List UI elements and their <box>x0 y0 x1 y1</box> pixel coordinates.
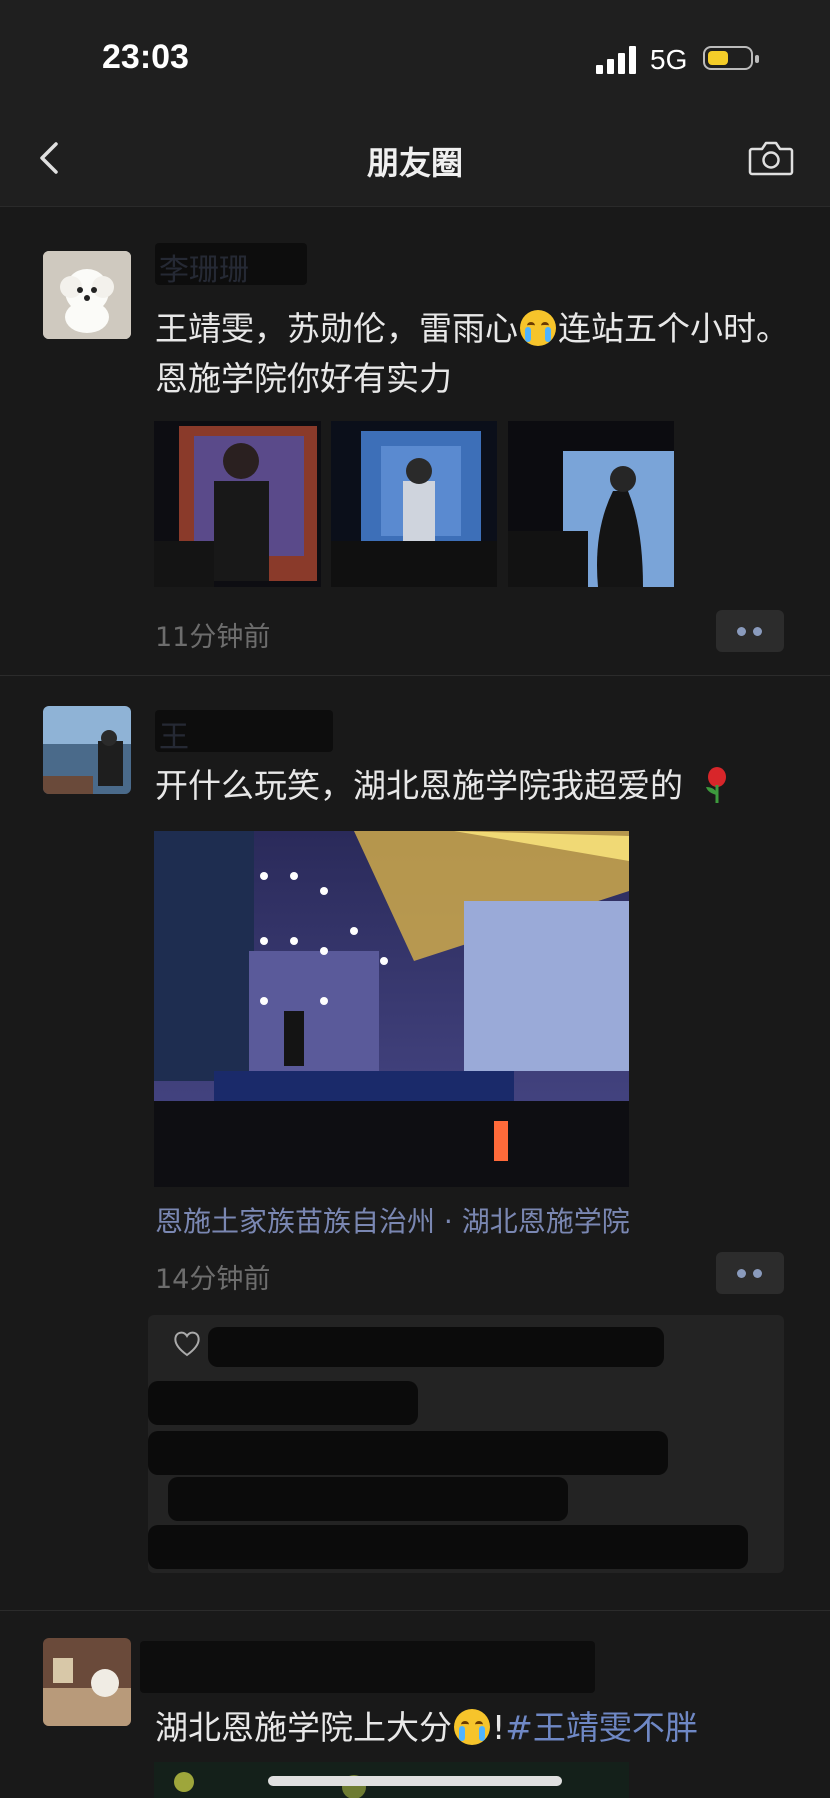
more-dots-icon[interactable] <box>716 610 784 652</box>
redacted-comment <box>208 1327 664 1367</box>
post-text-part: 开什么玩笑，湖北恩施学院我超爱的 <box>155 766 683 805</box>
more-dots-icon[interactable] <box>716 1252 784 1294</box>
post-text-part: 湖北恩施学院上大分 <box>155 1708 452 1747</box>
redacted-comment <box>148 1525 748 1569</box>
post-text-part: ! <box>492 1708 506 1747</box>
post-location[interactable]: 恩施土家族苗族自治州 · 湖北恩施学院 <box>155 1200 630 1240</box>
camera-icon[interactable] <box>748 140 794 176</box>
author-name[interactable]: 李珊珊 <box>155 243 307 288</box>
room-avatar-image <box>43 1638 131 1726</box>
signal-icon <box>596 46 638 74</box>
post-photo[interactable] <box>154 831 629 1187</box>
crying-emoji-icon <box>454 1709 490 1745</box>
moment-post: 李珊珊 王靖雯，苏勋伦，雷雨心 连站五个小时。恩施学院你好有实力 11分钟前 <box>0 207 830 677</box>
post-text: 开什么玩笑，湖北恩施学院我超爱的 <box>155 761 795 811</box>
post-photo[interactable] <box>331 421 497 587</box>
rose-emoji-icon <box>705 767 726 803</box>
redacted-comment <box>168 1477 568 1521</box>
nav-bar: 朋友圈 <box>0 110 830 207</box>
heart-icon <box>174 1331 200 1357</box>
battery-icon <box>703 46 759 70</box>
avatar[interactable] <box>43 251 131 339</box>
beach-avatar-image <box>43 706 131 794</box>
post-time: 14分钟前 <box>155 1264 271 1295</box>
status-bar: 23:03 5G <box>0 0 830 110</box>
status-time: 23:03 <box>102 38 189 76</box>
author-name[interactable] <box>140 1641 595 1693</box>
redacted-comment <box>148 1431 668 1475</box>
comments-box <box>148 1315 784 1573</box>
avatar[interactable] <box>43 1638 131 1726</box>
network-type: 5G <box>650 44 688 75</box>
post-text-part: 王靖雯，苏勋伦，雷雨心 <box>155 309 518 348</box>
author-name-text: 王 <box>159 720 189 755</box>
dog-avatar-image <box>43 251 131 339</box>
post-time: 11分钟前 <box>155 622 271 653</box>
author-name[interactable]: 王 <box>155 710 333 755</box>
crying-emoji-icon <box>520 310 556 346</box>
post-text: 湖北恩施学院上大分 !#王靖雯不胖 <box>155 1703 795 1753</box>
avatar[interactable] <box>43 706 131 794</box>
post-text: 王靖雯，苏勋伦，雷雨心 连站五个小时。恩施学院你好有实力 <box>155 304 795 404</box>
post-photo[interactable] <box>508 421 674 587</box>
home-indicator[interactable] <box>268 1776 562 1786</box>
redacted-comment <box>148 1381 418 1425</box>
page-title: 朋友圈 <box>366 144 463 182</box>
author-name-text: 李珊珊 <box>159 253 249 288</box>
hashtag-link[interactable]: #王靖雯不胖 <box>505 1708 698 1747</box>
moment-post: 湖北恩施学院上大分 !#王靖雯不胖 <box>0 1611 830 1798</box>
post-photo[interactable] <box>154 421 321 587</box>
